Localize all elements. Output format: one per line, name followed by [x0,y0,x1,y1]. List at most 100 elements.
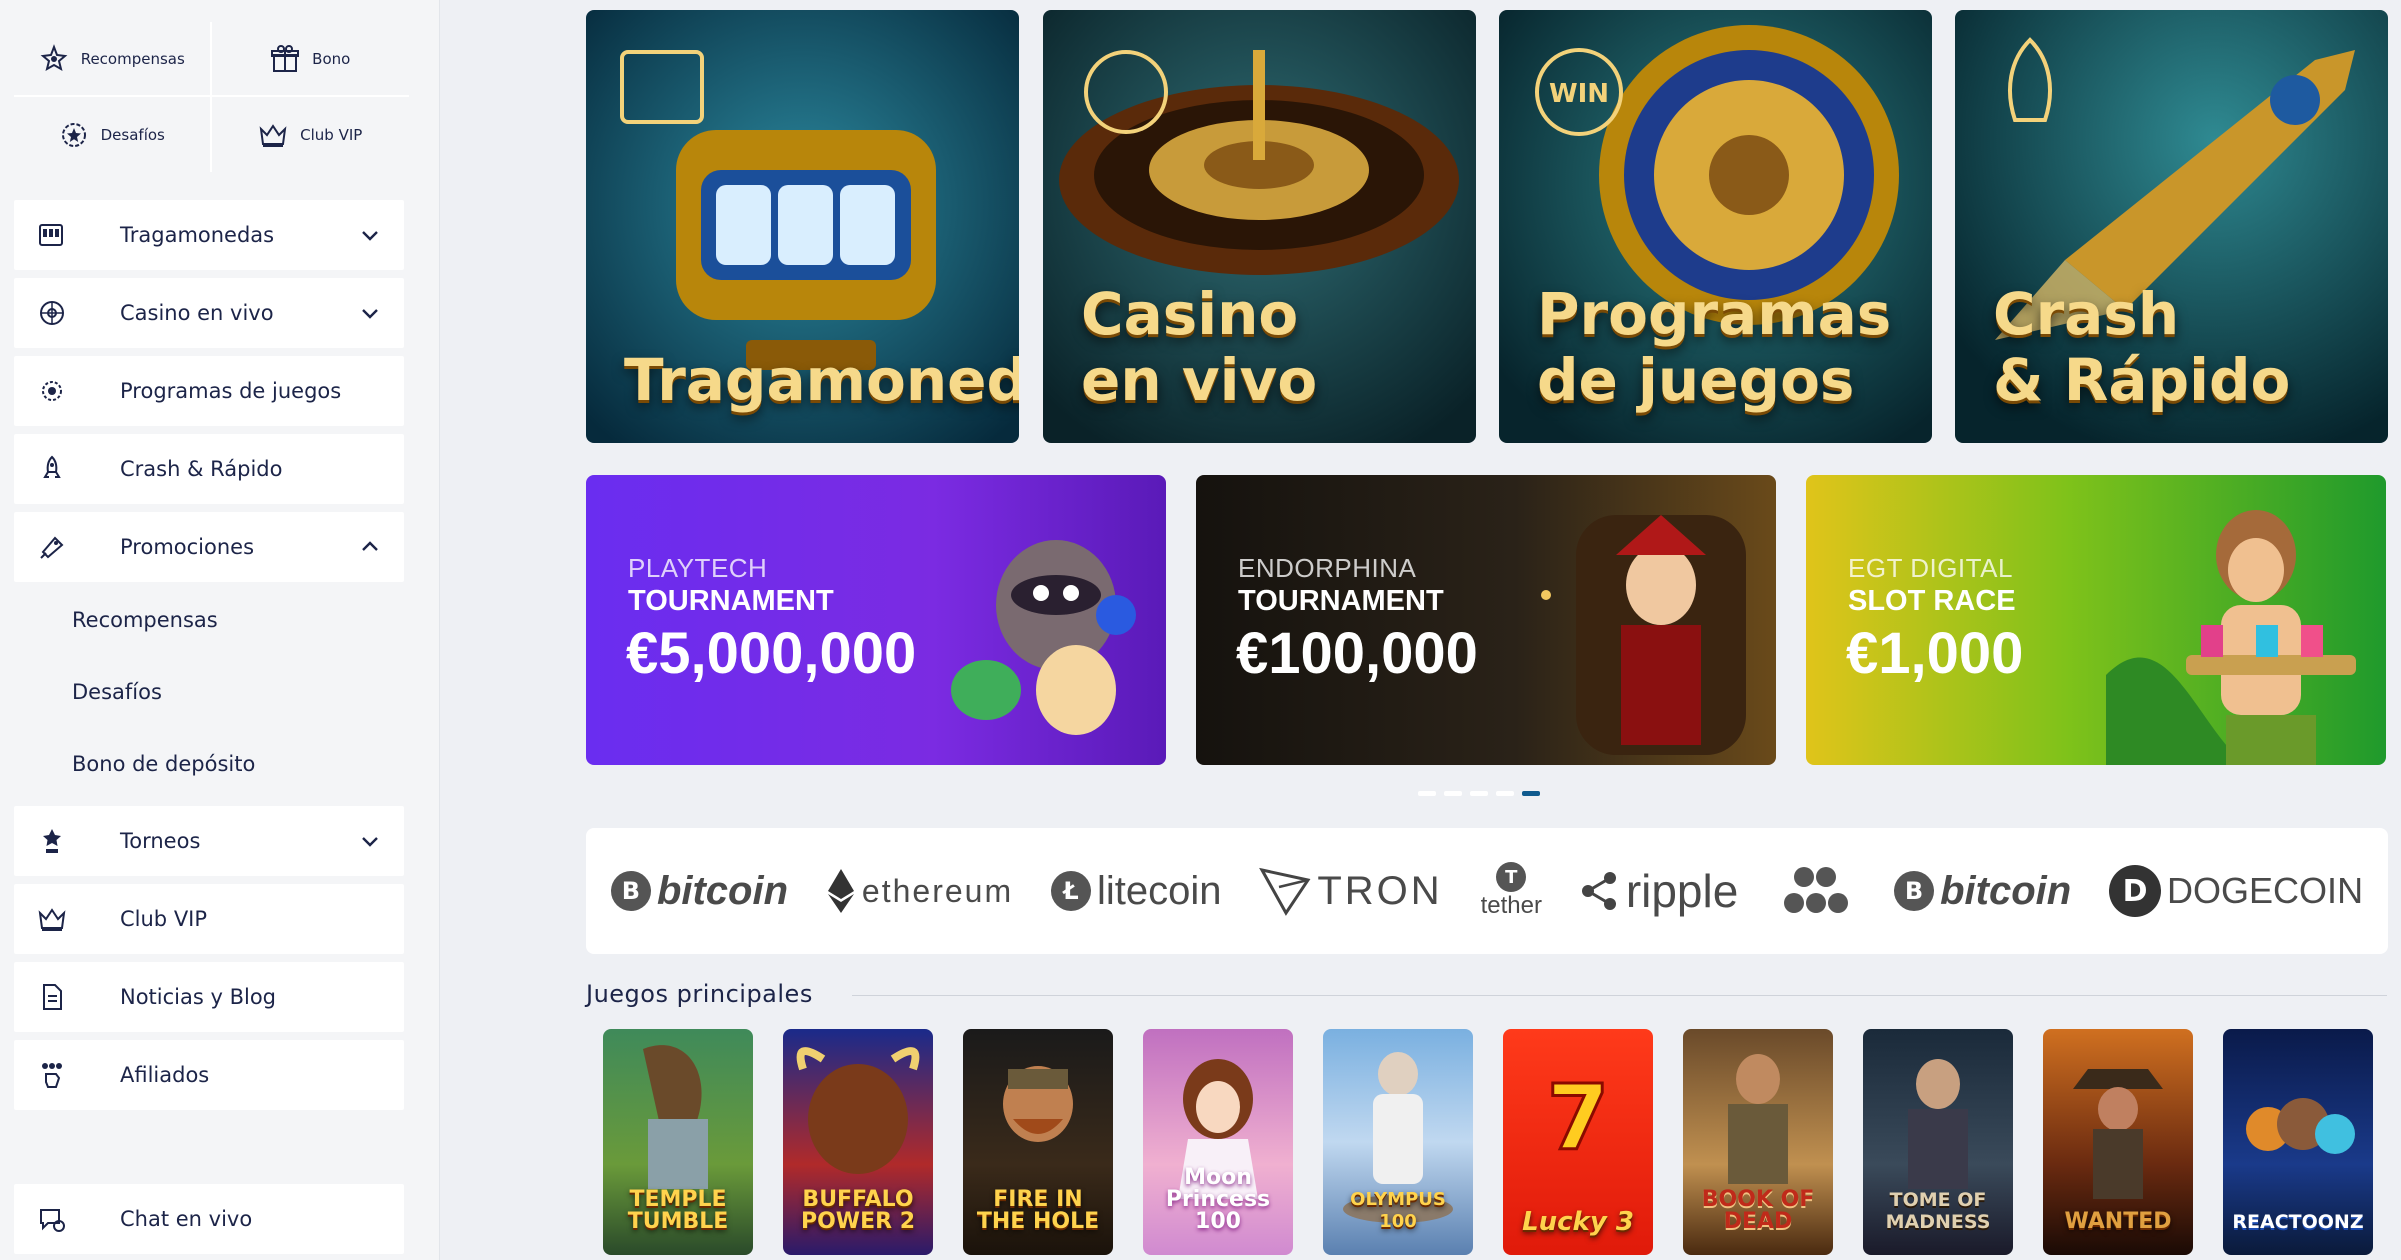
payment-methods: B bitcoin ethereum Ł litecoin TRON T tet… [586,828,2388,954]
quick-link-recompensas[interactable]: Recompensas [14,22,212,97]
game-title: TOME OF MADNESS [1885,1189,1991,1233]
tether-icon: T [1496,862,1527,892]
promo-amount: €5,000,000 [626,621,917,686]
section-divider [852,995,2387,996]
game-title: OLYMPUS 100 [1350,1189,1446,1232]
game-title: FIRE IN THE HOLE [976,1187,1100,1234]
game-card-moon-princess-100[interactable]: Moon Princess 100 [1143,1029,1293,1255]
category-tile-tragamonedas[interactable]: Tragamonedas [586,10,1019,443]
game-title: BOOK OF DEAD [1701,1187,1815,1234]
category-tile-programas-de-juegos[interactable]: WIN Programas de juegos [1499,10,1932,443]
sidebar-subitem-bono-de-deposito[interactable]: Bono de depósito [72,752,255,776]
payment-ethereum: ethereum [826,869,1013,913]
promo-banner-endorphina[interactable]: ENDORPHINA TOURNAMENT €100,000 [1196,475,1776,765]
sidebar: Recompensas Bono Desafíos Club VIP Traga… [0,0,440,1260]
game-card-lucky-3[interactable]: 7 Lucky 3 [1503,1029,1653,1255]
category-tile-label: Crash & Rápido [1993,280,2291,414]
sidebar-item-afiliados[interactable]: Afiliados [14,1040,404,1110]
game-card-fire-in-the-hole[interactable]: FIRE IN THE HOLE [963,1029,1113,1255]
promo-kind: TOURNAMENT [1238,585,1444,617]
payment-multi-coin [1776,865,1856,917]
promo-banner-egt-digital[interactable]: EGT DIGITAL SLOT RACE €1,000 [1806,475,2386,765]
payment-dogecoin: D DOGECOIN [2109,865,2363,917]
sidebar-item-club-vip[interactable]: Club VIP [14,884,404,954]
chevron-down-icon[interactable] [350,224,390,246]
sidebar-item-label: Torneos [120,829,201,853]
game-title: WANTED [2064,1209,2172,1234]
game-title: TEMPLE TUMBLE [627,1187,729,1234]
carousel-dot[interactable] [1444,791,1462,796]
tron-icon [1259,867,1311,916]
carousel-dot[interactable] [1418,791,1436,796]
carousel-dot[interactable] [1496,791,1514,796]
promo-provider: PLAYTECH [628,553,768,583]
promo-provider: EGT DIGITAL [1848,553,2013,583]
section-title-juegos-principales: Juegos principales [586,980,813,1008]
raccoon-character-illustration [951,540,1136,735]
sidebar-item-casino-en-vivo[interactable]: Casino en vivo [14,278,404,348]
game-card-buffalo-power-2[interactable]: BUFFALO POWER 2 [783,1029,933,1255]
promo-amount: €1,000 [1846,621,2024,686]
category-tile-label: Programas de juegos [1537,280,1892,414]
sidebar-item-label: Crash & Rápido [120,457,283,481]
sidebar-item-label: Club VIP [120,907,208,931]
game-card-reactoonz[interactable]: REACTOONZ [2223,1029,2373,1255]
sidebar-item-label: Programas de juegos [120,379,342,403]
wheel-icon [22,376,82,406]
sidebar-item-crash-rapido[interactable]: Crash & Rápido [14,434,404,504]
sidebar-item-tragamonedas[interactable]: Tragamonedas [14,200,404,270]
sidebar-subitem-desafios[interactable]: Desafíos [72,680,162,704]
litecoin-icon: Ł [1050,871,1091,911]
crown-icon [22,904,82,934]
quick-link-label: Club VIP [300,125,363,144]
chevron-down-icon[interactable] [350,830,390,852]
coins-icon [1784,867,1849,913]
game-title: Lucky 3 [1522,1207,1634,1237]
game-card-tome-of-madness[interactable]: TOME OF MADNESS [1863,1029,2013,1255]
sidebar-item-chat-en-vivo[interactable]: Chat en vivo [14,1184,404,1254]
game-title: REACTOONZ [2232,1211,2364,1233]
game-card-wanted[interactable]: WANTED [2043,1029,2193,1255]
ethereum-icon [827,869,854,913]
chevron-up-icon[interactable] [350,536,390,558]
game-card-temple-tumble[interactable]: TEMPLE TUMBLE [603,1029,753,1255]
carousel-indicators [1418,791,1540,796]
game-title: BUFFALO POWER 2 [800,1187,916,1234]
quick-link-club-vip[interactable]: Club VIP [212,97,410,172]
sidebar-item-label: Tragamonedas [120,223,275,247]
quick-links: Recompensas Bono Desafíos Club VIP [14,22,409,172]
gift-icon [271,44,300,72]
quick-link-desafios[interactable]: Desafíos [14,97,212,172]
roulette-icon [22,298,82,328]
quick-link-bono[interactable]: Bono [211,22,409,97]
star-burst-icon [40,43,68,71]
quick-link-label: Bono [312,49,351,68]
carousel-dot[interactable] [1470,791,1488,796]
payment-tron: TRON [1259,865,1442,917]
sidebar-item-promociones[interactable]: Promociones [14,512,404,582]
sidebar-item-noticias-y-blog[interactable]: Noticias y Blog [14,962,404,1032]
game-card-book-of-dead[interactable]: BOOK OF DEAD [1683,1029,1833,1255]
promo-provider: ENDORPHINA [1238,553,1417,583]
jester-character-illustration [1541,515,1746,755]
chat-icon [22,1204,82,1234]
promo-kind: TOURNAMENT [628,585,834,617]
sidebar-item-programas-de-juegos[interactable]: Programas de juegos [14,356,404,426]
payment-bitcoin-2: B bitcoin [1894,869,2071,914]
chevron-down-icon[interactable] [350,302,390,324]
promo-banner-playtech[interactable]: PLAYTECH TOURNAMENT €5,000,000 [586,475,1166,765]
rocket-icon [22,454,82,484]
promo-kind: SLOT RACE [1848,585,2016,617]
game-card-olympus-100[interactable]: OLYMPUS 100 [1323,1029,1473,1255]
payment-bitcoin: B bitcoin [610,869,788,914]
category-tile-casino-en-vivo[interactable]: Casino en vivo [1043,10,1476,443]
payment-tether: T tether [1481,862,1542,920]
quick-link-label: Desafíos [100,125,165,144]
category-tile-crash-rapido[interactable]: Crash & Rápido [1955,10,2388,443]
sidebar-item-torneos[interactable]: Torneos [14,806,404,876]
bitcoin-icon: B [610,871,651,911]
carousel-dot-active[interactable] [1522,791,1540,796]
sidebar-subitem-recompensas[interactable]: Recompensas [72,608,218,632]
ripple-icon [1581,872,1616,910]
category-tile-label: Tragamonedas [624,346,1019,414]
